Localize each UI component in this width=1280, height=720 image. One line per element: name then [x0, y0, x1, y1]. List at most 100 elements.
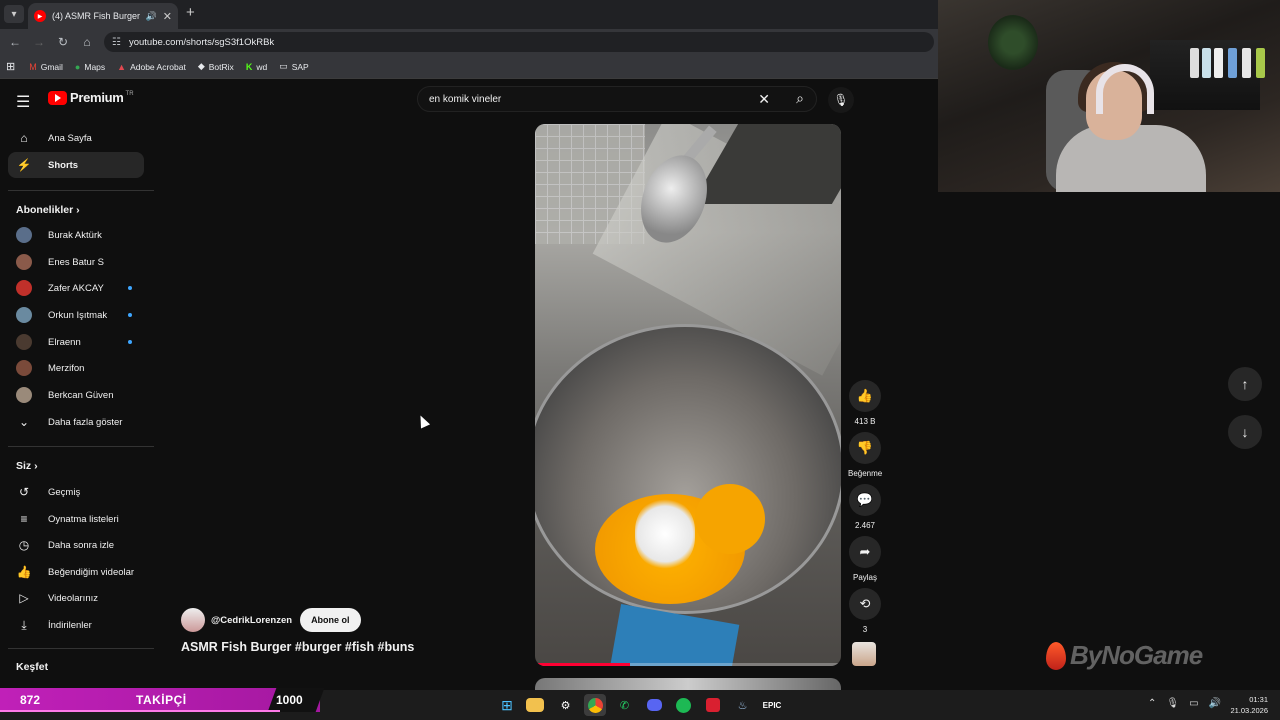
- egg-yolk: [695, 484, 765, 554]
- like-action[interactable]: 👍 413 B: [848, 380, 882, 426]
- menu-icon[interactable]: ☰: [16, 92, 30, 112]
- bookmark-wd[interactable]: Kwd: [246, 62, 267, 72]
- windows-start-icon[interactable]: ⊞: [496, 694, 518, 716]
- you-heading[interactable]: Siz ›: [16, 460, 38, 472]
- previous-short-button[interactable]: ↑: [1228, 367, 1262, 401]
- sidebar-item-home[interactable]: ⌂ Ana Sayfa: [8, 125, 144, 151]
- youtube-favicon-icon: ▶: [34, 10, 46, 22]
- thumb-up-icon[interactable]: 👍: [849, 380, 881, 412]
- sidebar-item-shorts[interactable]: ⚡ Shorts: [8, 152, 144, 178]
- bookmark-maps[interactable]: ● Maps: [75, 62, 105, 72]
- taskbar-apps: ⊞ ⚙ ✆ ♨ EPIC: [496, 694, 791, 716]
- stream-background: [938, 192, 1280, 688]
- sidebar-item-your-videos[interactable]: ▷ Videolarınız: [8, 585, 144, 611]
- follower-count: 872: [20, 693, 41, 707]
- follower-goal: 1000: [276, 693, 303, 707]
- goal-progress-strip: [0, 710, 280, 712]
- history-icon: ↺: [18, 485, 30, 499]
- bookmark-botrix[interactable]: ◆ BotRix: [198, 61, 234, 72]
- watch-later-icon: ◷: [18, 538, 30, 552]
- spotify-icon[interactable]: [673, 694, 695, 716]
- bookmarks-bar: ⊞ M Gmail ● Maps ▲ Adobe Acrobat ◆ BotRix Kw…: [0, 55, 938, 79]
- avatar: [16, 334, 32, 350]
- epic-games-icon[interactable]: EPIC: [761, 694, 783, 716]
- new-content-dot: [128, 340, 132, 344]
- comment-count: 2.467: [854, 521, 876, 530]
- apps-grid-icon[interactable]: ⊞: [6, 60, 15, 73]
- site-info-icon[interactable]: ☷: [112, 37, 121, 48]
- share-action[interactable]: ➦ Paylaş: [848, 536, 882, 582]
- sidebar-item-history[interactable]: ↺ Geçmiş: [8, 479, 144, 505]
- chrome-icon[interactable]: [584, 694, 606, 716]
- arrow-down-icon: ↓: [1241, 424, 1249, 440]
- subscribe-button[interactable]: Abone ol: [300, 608, 361, 632]
- bynogame-watermark: ByNoGame: [1046, 640, 1203, 671]
- divider: [8, 190, 154, 191]
- steam-like-icon[interactable]: ⚙: [555, 694, 577, 716]
- sidebar-item-playlists[interactable]: ≡ Oynatma listeleri: [8, 506, 144, 532]
- sidebar-item-liked-videos[interactable]: 👍 Beğendiğim videolar: [8, 559, 144, 585]
- reload-icon[interactable]: ↻: [51, 35, 75, 49]
- folder-icon: ▭: [279, 61, 288, 71]
- short-title[interactable]: ASMR Fish Burger #burger #fish #buns: [181, 640, 414, 654]
- sidebar-item-subscription[interactable]: Burak Aktürk: [8, 222, 144, 248]
- next-short-button[interactable]: ↓: [1228, 415, 1262, 449]
- comment-icon[interactable]: 💬: [849, 484, 881, 516]
- red-app-icon[interactable]: [702, 694, 724, 716]
- steam-icon[interactable]: ♨: [732, 694, 754, 716]
- clear-search-icon[interactable]: ✕: [758, 91, 770, 108]
- browser-tab-youtube[interactable]: ▶ (4) ASMR Fish Burger #burg 🔊 ✕: [28, 3, 178, 29]
- tray-overflow-icon[interactable]: ⌃: [1148, 698, 1156, 709]
- remix-action[interactable]: ⟲ 3: [848, 588, 882, 634]
- short-video-player[interactable]: [535, 124, 841, 666]
- sidebar-item-subscription[interactable]: Orkun Işıtmak: [8, 302, 144, 328]
- share-icon[interactable]: ➦: [849, 536, 881, 568]
- tab-search-button[interactable]: ▾: [4, 5, 24, 23]
- dislike-action[interactable]: 👎 Beğenme: [848, 432, 882, 478]
- thumb-down-icon[interactable]: 👎: [849, 432, 881, 464]
- bookmark-gmail[interactable]: M Gmail: [29, 62, 63, 72]
- forward-icon[interactable]: →: [27, 35, 51, 49]
- new-content-dot: [128, 286, 132, 290]
- tab-title: (4) ASMR Fish Burger #burg: [52, 11, 142, 21]
- close-tab-icon[interactable]: ✕: [163, 10, 172, 23]
- system-clock[interactable]: 01:31 21.03.2026: [1226, 694, 1268, 716]
- your-videos-icon: ▷: [19, 591, 29, 605]
- channel-handle[interactable]: @CedrikLorenzen: [211, 615, 292, 626]
- sidebar-item-subscription[interactable]: Zafer AKCAY: [8, 275, 144, 301]
- show-more-button[interactable]: ⌄ Daha fazla göster: [8, 409, 144, 435]
- home-browser-icon[interactable]: ⌂: [75, 35, 99, 49]
- search-icon[interactable]: ⌕: [796, 90, 804, 107]
- bookmark-sap[interactable]: ▭ SAP: [279, 61, 309, 72]
- sidebar-item-subscription[interactable]: Elraenn: [8, 329, 144, 355]
- sidebar-item-subscription[interactable]: Enes Batur S: [8, 249, 144, 275]
- sidebar-item-subscription[interactable]: Berkcan Güven: [8, 382, 144, 408]
- channel-thumbnail[interactable]: [852, 642, 876, 666]
- back-icon[interactable]: ←: [3, 35, 27, 49]
- audio-playing-icon[interactable]: 🔊: [146, 11, 157, 22]
- remix-count: 3: [862, 625, 868, 634]
- discord-icon[interactable]: [643, 694, 665, 716]
- microphone-icon[interactable]: 🎙: [1166, 698, 1179, 709]
- channel-avatar[interactable]: [181, 608, 205, 632]
- file-explorer-icon[interactable]: [525, 698, 544, 712]
- subscriptions-heading[interactable]: Abonelikler ›: [16, 204, 80, 216]
- sidebar-item-subscription[interactable]: Merzifon: [8, 355, 144, 381]
- blue-cloth: [610, 604, 740, 666]
- sidebar-item-watch-later[interactable]: ◷ Daha sonra izle: [8, 532, 144, 558]
- bookmark-adobe-acrobat[interactable]: ▲ Adobe Acrobat: [117, 62, 186, 72]
- remix-icon[interactable]: ⟲: [849, 588, 881, 620]
- address-bar[interactable]: ☷ youtube.com/shorts/sgS3f1OkRBk: [104, 32, 934, 52]
- youtube-premium-logo[interactable]: Premium TR: [48, 90, 134, 105]
- video-progress-bar[interactable]: [535, 663, 841, 666]
- search-input[interactable]: en komik vineler ✕ ⌕: [417, 86, 817, 112]
- whatsapp-icon[interactable]: ✆: [614, 694, 636, 716]
- volume-icon[interactable]: 🔊: [1209, 698, 1221, 709]
- new-tab-button[interactable]: +: [186, 4, 195, 21]
- video-frame-shadow: [691, 124, 841, 204]
- display-icon[interactable]: ▭: [1189, 698, 1198, 709]
- shorts-icon: ⚡: [16, 158, 32, 172]
- sidebar-item-downloads[interactable]: ⤓ İndirilenler: [8, 612, 144, 638]
- voice-search-icon[interactable]: 🎙: [828, 87, 854, 113]
- comments-action[interactable]: 💬 2.467: [848, 484, 882, 530]
